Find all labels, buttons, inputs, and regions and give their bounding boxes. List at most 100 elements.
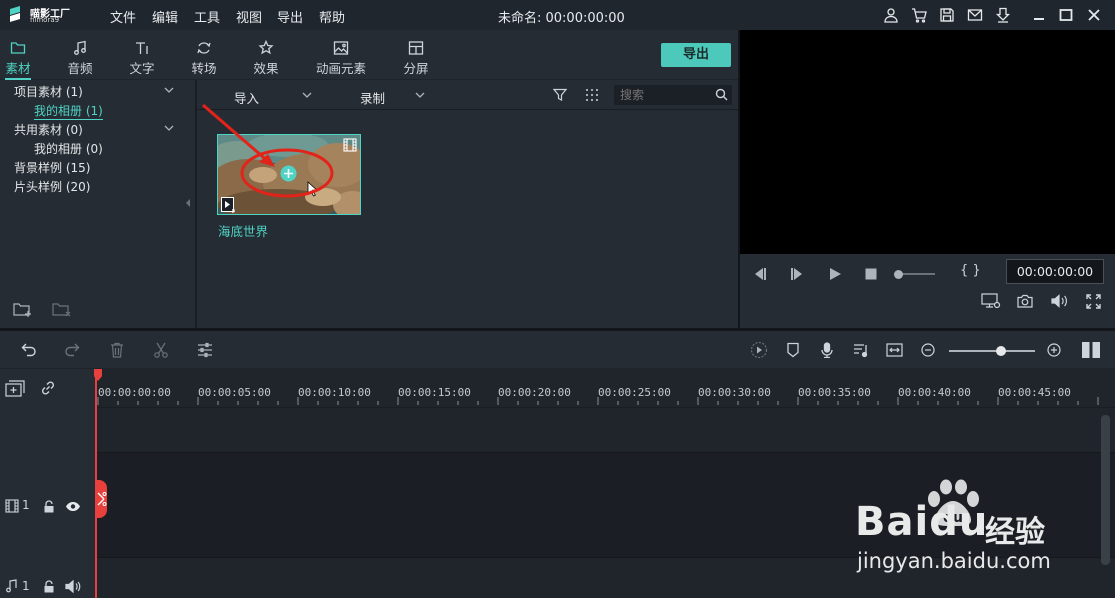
tab-audio-label: 音频 (67, 61, 93, 76)
menu-edit[interactable]: 编辑 (152, 7, 178, 26)
tab-split-screen[interactable]: 分屏 (389, 38, 443, 78)
ruler-label: 00:00:45:00 (998, 386, 1071, 399)
minimize-icon[interactable] (1031, 7, 1047, 23)
tree-my-album-0[interactable]: 我的相册 (0) (34, 140, 103, 157)
menu-file[interactable]: 文件 (110, 7, 136, 26)
preview-progress-handle[interactable] (894, 270, 903, 279)
timeline-ruler[interactable]: 00:00:00:00 00:00:05:00 00:00:10:00 00:0… (96, 369, 1115, 407)
cart-icon[interactable] (911, 7, 927, 23)
film-icon (343, 138, 357, 152)
chevron-down-icon[interactable] (163, 123, 175, 133)
maximize-icon[interactable] (1058, 7, 1074, 23)
ruler-label: 00:00:15:00 (398, 386, 471, 399)
music-note-icon (72, 40, 88, 56)
volume-icon[interactable] (1051, 294, 1069, 308)
speaker-icon[interactable] (65, 580, 81, 593)
eye-icon[interactable] (65, 501, 81, 512)
split-screen-icon (408, 40, 424, 56)
zoom-out-icon[interactable] (921, 343, 935, 357)
voiceover-list-icon[interactable] (853, 342, 869, 358)
display-settings-icon[interactable] (981, 293, 1001, 309)
tab-audio[interactable]: 音频 (53, 38, 107, 78)
lock-icon[interactable] (43, 500, 55, 513)
tab-media[interactable]: 素材 (0, 38, 45, 80)
download-icon[interactable] (995, 7, 1011, 23)
mark-in-out-button[interactable]: { } (960, 263, 981, 278)
undo-icon[interactable] (21, 342, 37, 358)
skip-back-icon[interactable] (752, 267, 768, 281)
filter-icon[interactable] (553, 88, 567, 102)
menu-export[interactable]: 导出 (277, 7, 303, 26)
tab-transition-label: 转场 (191, 61, 217, 76)
snapshot-icon[interactable] (1017, 294, 1033, 308)
play-icon[interactable] (828, 267, 842, 281)
ruler-label: 00:00:30:00 (698, 386, 771, 399)
fit-timeline-icon[interactable] (886, 342, 903, 358)
tree-my-album-1[interactable]: 我的相册 (1) (34, 102, 103, 120)
video-track-number: 1 (22, 498, 30, 512)
search-input[interactable] (620, 87, 710, 103)
menu-view[interactable]: 视图 (236, 7, 262, 26)
ruler-label: 00:00:00:00 (98, 386, 171, 399)
chevron-down-icon[interactable] (414, 90, 426, 100)
collapse-panel-icon[interactable] (185, 199, 191, 207)
playhead-cut-handle[interactable] (96, 480, 107, 518)
effects-icon (258, 40, 274, 56)
chevron-down-icon[interactable] (163, 85, 175, 95)
stop-icon[interactable] (864, 267, 878, 281)
ruler-label: 00:00:20:00 (498, 386, 571, 399)
export-button[interactable]: 导出 (661, 43, 731, 67)
user-icon[interactable] (883, 7, 899, 23)
app-logo: 喵影工厂 filmora9 (10, 5, 80, 25)
record-dropdown[interactable]: 录制 (360, 88, 385, 107)
annotation-overlay (202, 103, 334, 198)
tree-background-samples[interactable]: 背景样例 (15) (14, 159, 90, 176)
timeline-toolbar (0, 330, 1115, 368)
preview-timecode: 00:00:00:00 (1006, 259, 1104, 284)
microphone-icon[interactable] (820, 342, 834, 358)
add-track-icon[interactable] (5, 380, 25, 398)
delete-icon[interactable] (110, 342, 124, 358)
empty-track-area[interactable] (96, 407, 1115, 452)
timeline-scrollbar[interactable] (1101, 415, 1110, 565)
tab-elements[interactable]: 动画元素 (304, 38, 378, 78)
lock-icon[interactable] (43, 580, 55, 593)
menu-help[interactable]: 帮助 (319, 7, 345, 26)
close-icon[interactable] (1086, 7, 1102, 23)
mail-icon[interactable] (967, 7, 983, 23)
track-layout-icon[interactable] (1081, 341, 1101, 359)
ruler-label: 00:00:25:00 (598, 386, 671, 399)
render-preview-icon[interactable] (750, 341, 768, 359)
tab-text[interactable]: 文字 (115, 38, 169, 78)
save-icon[interactable] (939, 7, 955, 23)
menu-tools[interactable]: 工具 (194, 7, 220, 26)
project-title: 未命名: 00:00:00:00 (498, 11, 625, 26)
redo-icon[interactable] (64, 342, 80, 358)
delete-folder-icon[interactable] (52, 301, 72, 317)
cut-icon[interactable] (153, 342, 169, 358)
ruler-label: 00:00:10:00 (298, 386, 371, 399)
marker-icon[interactable] (786, 342, 800, 358)
link-icon[interactable] (40, 380, 56, 396)
zoom-slider[interactable] (949, 350, 1035, 352)
step-forward-icon[interactable] (789, 267, 805, 281)
fullscreen-icon[interactable] (1086, 294, 1101, 309)
tab-transition[interactable]: 转场 (177, 38, 231, 78)
tree-intro-samples[interactable]: 片头样例 (20) (14, 178, 90, 195)
preview-screen (740, 30, 1115, 254)
tab-elements-label: 动画元素 (315, 61, 366, 76)
filmora-logo-icon (10, 6, 20, 22)
zoom-slider-handle[interactable] (996, 346, 1006, 356)
tab-split-screen-label: 分屏 (403, 61, 429, 76)
tree-project-media[interactable]: 项目素材 (1) (14, 83, 83, 100)
scissors-icon (97, 492, 107, 506)
zoom-in-icon[interactable] (1047, 343, 1061, 357)
new-folder-icon[interactable] (13, 301, 33, 317)
tab-effects[interactable]: 效果 (239, 38, 293, 78)
tree-shared-media[interactable]: 共用素材 (0) (14, 121, 83, 138)
ruler-label: 00:00:40:00 (898, 386, 971, 399)
adjust-icon[interactable] (197, 342, 213, 358)
chevron-down-icon[interactable] (301, 90, 313, 100)
grid-view-icon[interactable] (585, 88, 599, 102)
search-icon[interactable] (715, 88, 728, 101)
